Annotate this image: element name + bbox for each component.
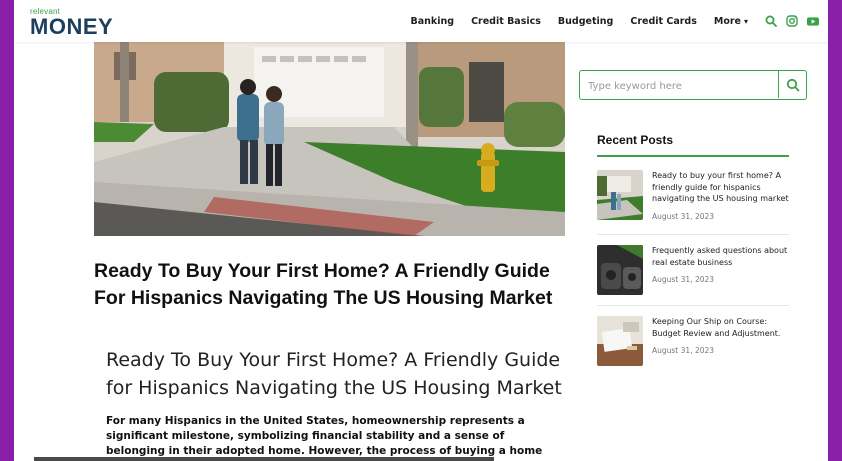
site-header: relevant MONEY Banking Credit Basics Bud… bbox=[14, 0, 828, 42]
recent-post[interactable]: Ready to buy your first home? A friendly… bbox=[597, 170, 793, 222]
nav-more[interactable]: More ▾ bbox=[714, 16, 748, 27]
recent-post[interactable]: Frequently asked questions about real es… bbox=[597, 245, 793, 297]
main-nav: Banking Credit Basics Budgeting Credit C… bbox=[411, 0, 829, 42]
recent-posts-heading: Recent Posts bbox=[597, 133, 674, 147]
hero-image bbox=[94, 42, 565, 236]
nav-banking[interactable]: Banking bbox=[411, 16, 455, 27]
recent-post[interactable]: Keeping Our Ship on Course: Budget Revie… bbox=[597, 316, 793, 368]
post-title[interactable]: Frequently asked questions about real es… bbox=[652, 245, 792, 268]
logo-wordmark: MONEY bbox=[30, 14, 114, 39]
chevron-down-icon: ▾ bbox=[743, 16, 748, 26]
article-intro: For many Hispanics in the United States,… bbox=[106, 415, 543, 461]
youtube-icon[interactable] bbox=[807, 15, 819, 27]
post-date: August 31, 2023 bbox=[652, 212, 715, 221]
search-input[interactable] bbox=[586, 76, 780, 96]
nav-more-label: More bbox=[713, 15, 741, 27]
post-thumbnail[interactable] bbox=[597, 316, 643, 366]
post-divider bbox=[597, 305, 789, 306]
post-thumbnail[interactable] bbox=[597, 170, 643, 220]
post-date: August 31, 2023 bbox=[652, 346, 715, 355]
post-thumbnail[interactable] bbox=[597, 245, 643, 295]
search-icon[interactable] bbox=[765, 15, 777, 27]
search-icon bbox=[786, 78, 799, 91]
post-divider bbox=[597, 234, 789, 235]
sidebar-search bbox=[579, 70, 807, 100]
nav-budgeting[interactable]: Budgeting bbox=[558, 16, 613, 27]
nav-credit-basics[interactable]: Credit Basics bbox=[471, 16, 541, 27]
article-title: Ready To Buy Your First Home? A Friendly… bbox=[94, 260, 553, 309]
recent-posts-divider bbox=[597, 155, 789, 157]
post-title[interactable]: Keeping Our Ship on Course: Budget Revie… bbox=[652, 316, 792, 339]
page-frame: relevant MONEY Banking Credit Basics Bud… bbox=[14, 0, 828, 461]
article-subtitle: Ready To Buy Your First Home? A Friendly… bbox=[106, 349, 562, 399]
site-logo[interactable]: relevant MONEY bbox=[30, 8, 113, 38]
bottom-toolbar-strip bbox=[34, 457, 494, 461]
nav-credit-cards[interactable]: Credit Cards bbox=[630, 16, 697, 27]
search-button[interactable] bbox=[778, 71, 806, 98]
post-title[interactable]: Ready to buy your first home? A friendly… bbox=[652, 170, 792, 205]
instagram-icon[interactable] bbox=[786, 15, 798, 27]
post-date: August 31, 2023 bbox=[652, 275, 715, 284]
